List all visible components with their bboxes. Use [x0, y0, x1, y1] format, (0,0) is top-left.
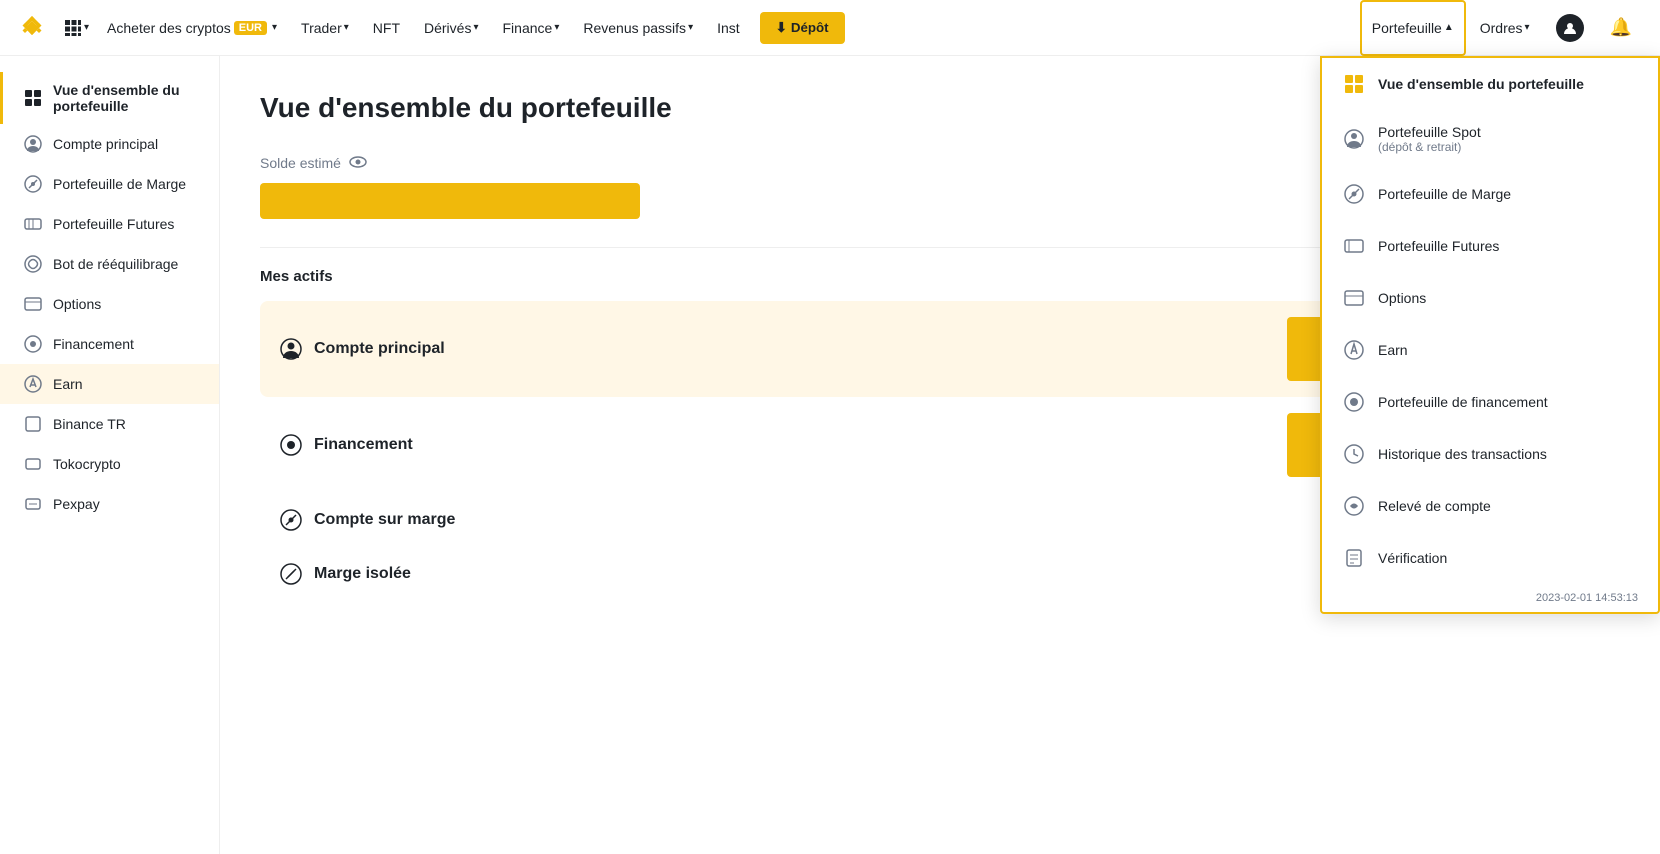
page-title: Vue d'ensemble du portefeuille: [260, 92, 672, 124]
dropdown-item-financement[interactable]: Portefeuille de financement: [1322, 376, 1658, 428]
dropdown-verify-icon: [1342, 546, 1366, 570]
dropdown-spot-icon: [1342, 127, 1366, 151]
portefeuille-dropdown: Vue d'ensemble du portefeuille Portefeui…: [1320, 56, 1660, 614]
pexpay-icon: [23, 494, 43, 514]
dropdown-earn-icon: [1342, 338, 1366, 362]
grid-icon: [64, 19, 82, 37]
nav-inst[interactable]: Inst: [707, 0, 750, 56]
sidebar-item-overview[interactable]: Vue d'ensemble du portefeuille: [0, 72, 219, 124]
logo: [16, 12, 48, 44]
asset-left-marge-isolee: Marge isolée: [280, 563, 411, 585]
nav-orders-button[interactable]: Ordres ▾: [1468, 0, 1542, 56]
options-icon: [23, 294, 43, 314]
marge-icon: [23, 174, 43, 194]
earn-icon: [23, 374, 43, 394]
rebalance-icon: [23, 254, 43, 274]
eur-badge: EUR: [234, 21, 267, 35]
nav-deposit-icon: ⬇: [776, 20, 787, 36]
dropdown-item-spot[interactable]: Portefeuille Spot (dépôt & retrait): [1322, 110, 1658, 168]
overview-icon: [23, 88, 43, 108]
dropdown-overview-icon: [1342, 72, 1366, 96]
nav-notifications-button[interactable]: 🔔: [1598, 0, 1644, 56]
sidebar-item-options[interactable]: Options: [0, 284, 219, 324]
nav-trader[interactable]: Trader ▾: [291, 0, 359, 56]
binance-logo-icon: [16, 12, 48, 44]
nav-revenus[interactable]: Revenus passifs ▾: [573, 0, 703, 56]
marge-isolee-icon: [280, 563, 302, 585]
sidebar-item-marge[interactable]: Portefeuille de Marge: [0, 164, 219, 204]
compte-icon: [280, 338, 302, 360]
dropdown-statement-icon: [1342, 494, 1366, 518]
account-circle-icon: [23, 134, 43, 154]
binance-tr-icon: [23, 414, 43, 434]
financement-icon: [23, 334, 43, 354]
dropdown-item-earn[interactable]: Earn: [1322, 324, 1658, 376]
dropdown-item-verify[interactable]: Vérification: [1322, 532, 1658, 584]
financement-row-icon: [280, 434, 302, 456]
dropdown-item-overview[interactable]: Vue d'ensemble du portefeuille: [1322, 58, 1658, 110]
dropdown-item-futures[interactable]: Portefeuille Futures: [1322, 220, 1658, 272]
marge-row-icon: [280, 509, 302, 531]
sidebar-item-pexpay[interactable]: Pexpay: [0, 484, 219, 524]
nav-nft[interactable]: NFT: [363, 0, 410, 56]
nav-deposit-button[interactable]: ⬇ Dépôt: [760, 12, 845, 44]
sidebar-item-financement[interactable]: Financement: [0, 324, 219, 364]
nav-buy-crypto[interactable]: Acheter des cryptos EUR ▾: [97, 0, 287, 56]
nav-portefeuille-button[interactable]: Portefeuille ▲: [1360, 0, 1466, 56]
layout: Vue d'ensemble du portefeuille Compte pr…: [0, 56, 1660, 854]
dropdown-timestamp: 2023-02-01 14:53:13: [1322, 584, 1658, 612]
dropdown-marge-icon: [1342, 182, 1366, 206]
asset-left-marge: Compte sur marge: [280, 509, 455, 531]
dropdown-history-icon: [1342, 442, 1366, 466]
tokocrypto-icon: [23, 454, 43, 474]
nav-right: Portefeuille ▲ Ordres ▾ 🔔: [1360, 0, 1644, 56]
grid-menu-button[interactable]: ▾: [60, 15, 93, 41]
sidebar: Vue d'ensemble du portefeuille Compte pr…: [0, 56, 220, 854]
futures-icon: [23, 214, 43, 234]
sidebar-item-earn[interactable]: Earn: [0, 364, 219, 404]
sidebar-item-binance-tr[interactable]: Binance TR: [0, 404, 219, 444]
sidebar-item-compte-principal[interactable]: Compte principal: [0, 124, 219, 164]
asset-left-compte: Compte principal: [280, 338, 445, 360]
grid-caret: ▾: [84, 22, 89, 33]
dropdown-item-options[interactable]: Options: [1322, 272, 1658, 324]
topnav: ▾ Acheter des cryptos EUR ▾ Trader ▾ NFT…: [0, 0, 1660, 56]
dropdown-options-icon: [1342, 286, 1366, 310]
balance-bar: [260, 183, 640, 219]
eye-icon[interactable]: [349, 155, 367, 171]
dropdown-item-history[interactable]: Historique des transactions: [1322, 428, 1658, 480]
dropdown-item-statement[interactable]: Relevé de compte: [1322, 480, 1658, 532]
nav-derives[interactable]: Dérivés ▾: [414, 0, 489, 56]
account-icon: [1556, 14, 1584, 42]
sidebar-item-futures[interactable]: Portefeuille Futures: [0, 204, 219, 244]
nav-account-button[interactable]: [1544, 0, 1596, 56]
nav-finance[interactable]: Finance ▾: [493, 0, 570, 56]
bell-icon: 🔔: [1610, 17, 1632, 38]
dropdown-financement-icon: [1342, 390, 1366, 414]
asset-left-financement: Financement: [280, 434, 413, 456]
dropdown-item-marge[interactable]: Portefeuille de Marge: [1322, 168, 1658, 220]
sidebar-item-rebalance[interactable]: Bot de rééquilibrage: [0, 244, 219, 284]
sidebar-item-tokocrypto[interactable]: Tokocrypto: [0, 444, 219, 484]
dropdown-futures-icon: [1342, 234, 1366, 258]
